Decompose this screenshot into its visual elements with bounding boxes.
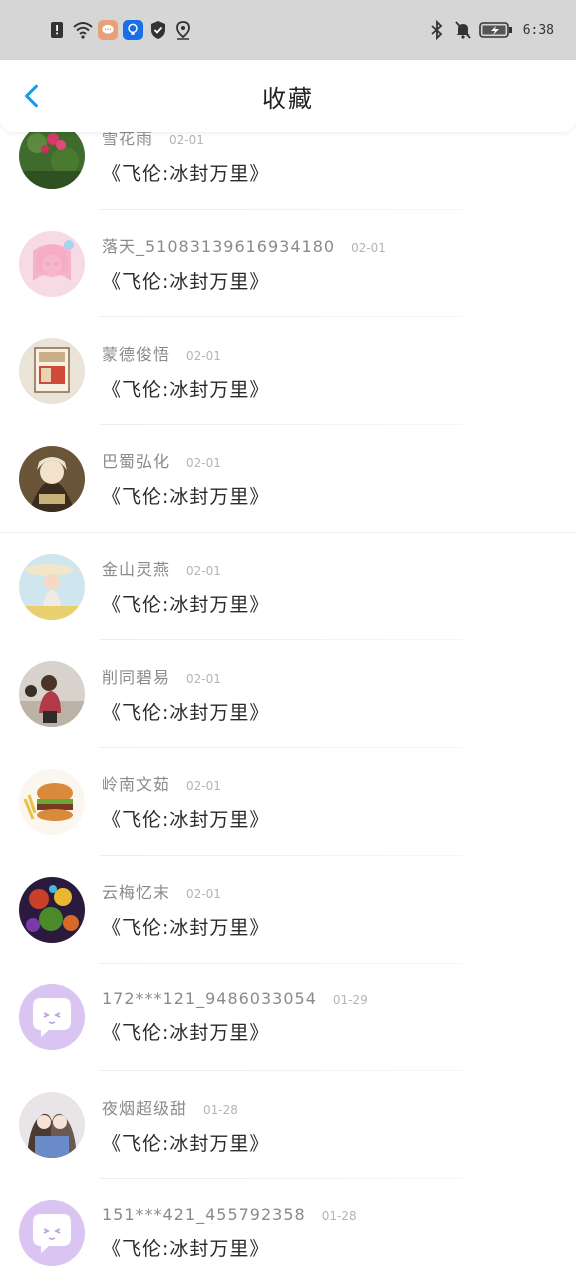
- username[interactable]: 落天_510831396169341​80: [102, 233, 335, 257]
- username[interactable]: 雪花雨: [102, 132, 153, 149]
- mute-icon: [453, 20, 473, 40]
- item-title[interactable]: 《飞伦:冰封万里》: [102, 482, 269, 509]
- date-label: 01-28: [203, 1102, 238, 1117]
- list-item[interactable]: 夜烟超级甜 01-28 《飞伦:冰封万里》: [0, 1071, 576, 1179]
- username[interactable]: 削同碧易: [102, 664, 170, 688]
- item-title[interactable]: 《飞伦:冰封万里》: [102, 590, 269, 617]
- status-bar: 6:38: [0, 0, 576, 60]
- username[interactable]: 金山灵燕: [102, 556, 170, 580]
- item-title[interactable]: 《飞伦:冰封万里》: [102, 698, 269, 725]
- shield-icon: [148, 20, 168, 40]
- header-bar: 收藏: [0, 60, 576, 132]
- chevron-left-icon: [25, 84, 38, 108]
- list-item[interactable]: 金山灵燕 02-01 《飞伦:冰封万里》: [0, 533, 576, 641]
- message-app-icon: [98, 20, 118, 40]
- alert-icon: [48, 20, 68, 40]
- list-item[interactable]: 巴蜀弘化 02-01 《飞伦:冰封万里》: [0, 425, 576, 533]
- date-label: 01-28: [321, 1208, 357, 1223]
- item-title[interactable]: 《飞伦:冰封万里》: [102, 1234, 357, 1261]
- favorites-list[interactable]: 雪花雨 02-01 《飞伦:冰封万里》 落天_510831396169341​80…: [0, 132, 576, 1280]
- avatar[interactable]: [19, 984, 85, 1051]
- page-title: 收藏: [262, 84, 314, 113]
- username[interactable]: 巴蜀弘化: [102, 448, 170, 472]
- item-title[interactable]: 《飞伦:冰封万里》: [102, 913, 269, 940]
- list-item[interactable]: 蒙德俊悟 02-01 《飞伦:冰封万里》: [0, 317, 576, 425]
- date-label: 01-29: [332, 993, 368, 1008]
- list-item[interactable]: 151***421_455792358 01-28 《飞伦:冰封万里》: [0, 1179, 576, 1280]
- avatar[interactable]: [19, 876, 85, 943]
- username[interactable]: 夜烟超级甜: [102, 1095, 187, 1119]
- avatar[interactable]: [19, 1199, 85, 1266]
- avatar[interactable]: [19, 1092, 85, 1159]
- username[interactable]: 蒙德俊悟: [102, 341, 170, 365]
- location-icon: [173, 20, 193, 40]
- bluetooth-icon: [427, 20, 447, 40]
- avatar[interactable]: [19, 445, 85, 512]
- username[interactable]: 151***421_455792358: [102, 1205, 306, 1224]
- bulb-app-icon: [123, 20, 143, 40]
- list-item[interactable]: 岭南文茹 02-01 《飞伦:冰封万里》: [0, 748, 576, 856]
- avatar[interactable]: [19, 553, 85, 620]
- avatar[interactable]: [19, 661, 85, 728]
- date-label: 02-01: [351, 241, 386, 256]
- date-label: 02-01: [186, 456, 221, 471]
- username[interactable]: 岭南文茹: [102, 771, 170, 795]
- list-item[interactable]: 削同碧易 02-01 《飞伦:冰封万里》: [0, 640, 576, 748]
- back-button[interactable]: [14, 78, 50, 114]
- avatar[interactable]: [19, 338, 85, 405]
- date-label: 02-01: [186, 887, 221, 902]
- username[interactable]: 172***121_9486033054: [102, 989, 317, 1008]
- username[interactable]: 云梅忆末: [102, 879, 170, 903]
- item-title[interactable]: 《飞伦:冰封万里》: [102, 159, 269, 186]
- avatar[interactable]: [19, 132, 85, 189]
- avatar[interactable]: [19, 768, 85, 835]
- date-label: 02-01: [186, 671, 221, 686]
- item-title[interactable]: 《飞伦:冰封万里》: [102, 1018, 368, 1045]
- date-label: 02-01: [169, 133, 204, 148]
- item-title[interactable]: 《飞伦:冰封万里》: [102, 1129, 269, 1156]
- battery-icon: [478, 21, 513, 39]
- item-title[interactable]: 《飞伦:冰封万里》: [102, 805, 269, 832]
- avatar[interactable]: [19, 230, 85, 297]
- list-item[interactable]: 172***121_9486033054 01-29 《飞伦:冰封万里》: [0, 964, 576, 1072]
- list-item[interactable]: 雪花雨 02-01 《飞伦:冰封万里》: [0, 132, 576, 210]
- date-label: 02-01: [186, 348, 221, 363]
- date-label: 02-01: [186, 779, 221, 794]
- list-item[interactable]: 云梅忆末 02-01 《飞伦:冰封万里》: [0, 856, 576, 964]
- date-label: 02-01: [186, 564, 221, 579]
- item-title[interactable]: 《飞伦:冰封万里》: [102, 267, 386, 294]
- status-time: 6:38: [522, 22, 554, 38]
- item-title[interactable]: 《飞伦:冰封万里》: [102, 375, 269, 402]
- wifi-icon: [73, 20, 93, 40]
- list-item[interactable]: 落天_510831396169341​80 02-01 《飞伦:冰封万里》: [0, 210, 576, 318]
